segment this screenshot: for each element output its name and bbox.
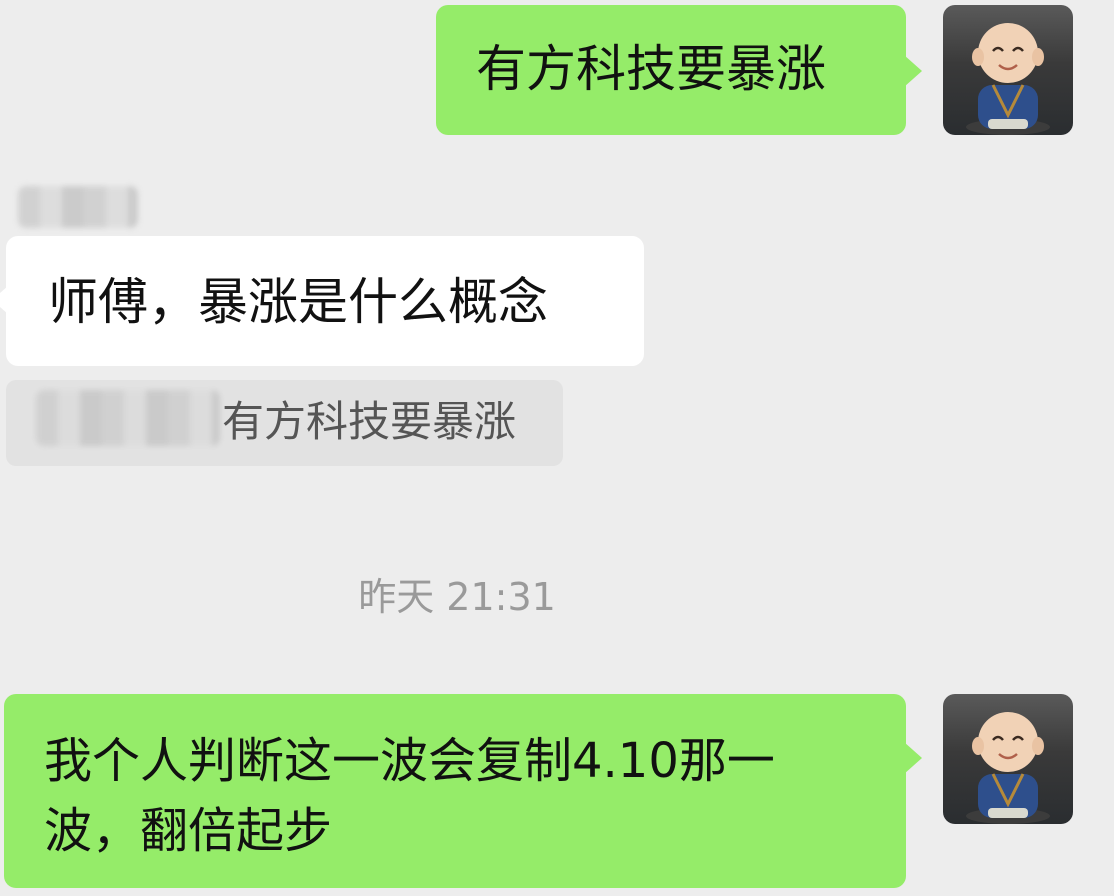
received-message-bubble[interactable]: 师傅，暴涨是什么概念 [0, 236, 644, 366]
message-text: 师傅，暴涨是什么概念 [48, 273, 548, 331]
message-text: 我个人判断这一波会复制4.10那一波，翻倍起步 [44, 733, 775, 859]
blurred-quote-author [36, 390, 220, 446]
quoted-message-text: 有方科技要暴涨 [222, 397, 517, 446]
message-text: 有方科技要暴涨 [476, 40, 826, 98]
sent-message-bubble[interactable]: 有方科技要暴涨 [436, 5, 922, 135]
blurred-sender-name [18, 186, 138, 228]
user-avatar[interactable] [943, 5, 1073, 135]
monk-figurine-avatar-icon [966, 23, 1050, 135]
monk-figurine-avatar-icon [966, 712, 1050, 824]
message-timestamp: 昨天 21:31 [358, 575, 556, 619]
sent-message-bubble[interactable]: 我个人判断这一波会复制4.10那一波，翻倍起步 [4, 694, 922, 888]
user-avatar[interactable] [943, 694, 1073, 824]
